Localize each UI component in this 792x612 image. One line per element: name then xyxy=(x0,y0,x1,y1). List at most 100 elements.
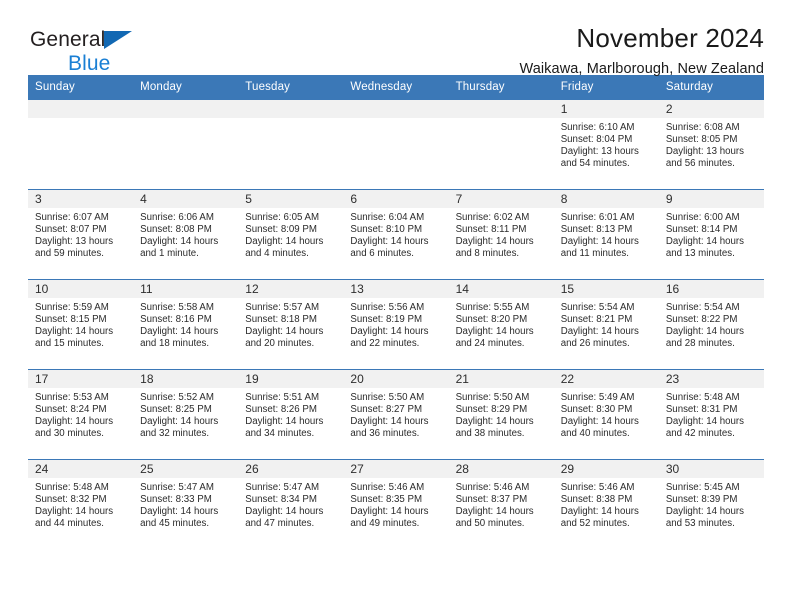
day-number: 23 xyxy=(658,370,764,388)
day-number: 14 xyxy=(448,280,554,298)
day-daylight-line1-text: Daylight: 14 hours xyxy=(35,325,114,337)
calendar-day-cell[interactable]: 27 Sunrise: 5:46 AM Sunset: 8:35 PM Dayligh… xyxy=(343,459,449,550)
calendar-day-cell[interactable]: 4 Sunrise: 6:06 AM Sunset: 8:08 PM Daylight… xyxy=(133,189,239,280)
calendar-day-cell[interactable]: 29 Sunrise: 5:46 AM Sunset: 8:38 PM Dayligh… xyxy=(553,459,659,550)
day-sunset-text: Sunset: 8:30 PM xyxy=(560,403,633,415)
day-sunrise-text: Sunrise: 5:51 AM xyxy=(245,392,320,403)
day-sunset-text: Sunset: 8:11 PM xyxy=(455,223,527,235)
day-number: 24 xyxy=(28,460,134,478)
calendar-day-cell[interactable]: 16 Sunrise: 5:54 AM Sunset: 8:22 PM Dayligh… xyxy=(658,279,764,370)
day-cell-inner: 14 Sunrise: 5:55 AM Sunset: 8:20 PM Dayligh… xyxy=(448,280,554,369)
calendar-week-row: 24 Sunrise: 5:48 AM Sunset: 8:32 PM Dayligh… xyxy=(28,459,764,550)
day-sunset-text: Sunset: 8:15 PM xyxy=(35,313,107,325)
calendar-day-cell[interactable]: 25 Sunrise: 5:47 AM Sunset: 8:33 PM Dayligh… xyxy=(133,459,239,550)
calendar-day-cell[interactable]: 24 Sunrise: 5:48 AM Sunset: 8:32 PM Dayligh… xyxy=(28,459,134,550)
calendar-day-cell[interactable]: 8 Sunrise: 6:01 AM Sunset: 8:13 PM Daylight… xyxy=(553,189,659,280)
day-details: Sunrise: 5:52 AM Sunset: 8:25 PM Daylight:… xyxy=(133,388,238,440)
day-daylight-line1-text: Daylight: 14 hours xyxy=(35,415,114,427)
day-sunrise-text: Sunrise: 6:02 AM xyxy=(455,212,530,223)
day-cell-inner: 16 Sunrise: 5:54 AM Sunset: 8:22 PM Dayligh… xyxy=(658,280,764,369)
page-title: November 2024 xyxy=(576,23,764,53)
day-daylight-line1-text: Daylight: 14 hours xyxy=(665,235,744,247)
weekday-header-wednesday: Wednesday xyxy=(343,75,449,100)
day-details xyxy=(28,118,133,122)
day-cell-inner: 17 Sunrise: 5:53 AM Sunset: 8:24 PM Dayligh… xyxy=(28,370,134,459)
calendar-day-cell[interactable]: 3 Sunrise: 6:07 AM Sunset: 8:07 PM Daylight… xyxy=(28,189,134,280)
day-number: 18 xyxy=(133,370,239,388)
day-number: 5 xyxy=(238,190,344,208)
day-number: 10 xyxy=(28,280,134,298)
calendar-day-cell[interactable]: 23 Sunrise: 5:48 AM Sunset: 8:31 PM Dayligh… xyxy=(658,369,764,460)
day-daylight-line1-text: Daylight: 14 hours xyxy=(140,325,219,337)
day-daylight-line1-text: Daylight: 14 hours xyxy=(560,415,639,427)
day-daylight-line2-text: and 45 minutes. xyxy=(140,517,210,529)
calendar-day-cell[interactable]: 10 Sunrise: 5:59 AM Sunset: 8:15 PM Dayligh… xyxy=(28,279,134,370)
calendar-body: 1 Sunrise: 6:10 AM Sunset: 8:04 PM Daylight… xyxy=(28,99,764,550)
day-sunrise-text: Sunrise: 5:54 AM xyxy=(665,302,740,313)
day-number: 3 xyxy=(28,190,134,208)
calendar-day-cell[interactable]: 6 Sunrise: 6:04 AM Sunset: 8:10 PM Daylight… xyxy=(343,189,449,280)
day-details: Sunrise: 5:54 AM Sunset: 8:22 PM Daylight:… xyxy=(659,298,764,350)
calendar-day-cell[interactable]: 18 Sunrise: 5:52 AM Sunset: 8:25 PM Dayligh… xyxy=(133,369,239,460)
calendar-day-cell[interactable]: 30 Sunrise: 5:45 AM Sunset: 8:39 PM Dayligh… xyxy=(658,459,764,550)
day-details: Sunrise: 6:04 AM Sunset: 8:10 PM Daylight:… xyxy=(343,208,448,260)
calendar-day-cell[interactable]: 17 Sunrise: 5:53 AM Sunset: 8:24 PM Dayligh… xyxy=(28,369,134,460)
day-daylight-line1-text: Daylight: 14 hours xyxy=(455,415,534,427)
day-daylight-line1-text: Daylight: 14 hours xyxy=(560,325,639,337)
calendar-day-cell[interactable]: 7 Sunrise: 6:02 AM Sunset: 8:11 PM Daylight… xyxy=(448,189,554,280)
calendar-day-cell[interactable]: 22 Sunrise: 5:49 AM Sunset: 8:30 PM Dayligh… xyxy=(553,369,659,460)
day-daylight-line1-text: Daylight: 14 hours xyxy=(350,505,429,517)
calendar-day-cell[interactable]: 12 Sunrise: 5:57 AM Sunset: 8:18 PM Dayligh… xyxy=(238,279,344,370)
day-daylight-line1-text: Daylight: 14 hours xyxy=(455,235,534,247)
day-sunrise-text: Sunrise: 5:49 AM xyxy=(560,392,635,403)
calendar-day-cell[interactable]: 21 Sunrise: 5:50 AM Sunset: 8:29 PM Dayligh… xyxy=(448,369,554,460)
day-cell-inner xyxy=(133,100,239,189)
day-cell-inner: 23 Sunrise: 5:48 AM Sunset: 8:31 PM Dayligh… xyxy=(658,370,764,459)
day-sunset-text: Sunset: 8:35 PM xyxy=(350,493,423,505)
calendar-day-cell[interactable]: 13 Sunrise: 5:56 AM Sunset: 8:19 PM Dayligh… xyxy=(343,279,449,370)
day-sunrise-text: Sunrise: 5:56 AM xyxy=(350,302,425,313)
calendar-day-cell[interactable]: 26 Sunrise: 5:47 AM Sunset: 8:34 PM Dayligh… xyxy=(238,459,344,550)
day-details: Sunrise: 6:01 AM Sunset: 8:13 PM Daylight:… xyxy=(554,208,659,260)
day-cell-inner xyxy=(343,100,449,189)
day-daylight-line2-text: and 54 minutes. xyxy=(560,157,630,169)
day-daylight-line1-text: Daylight: 14 hours xyxy=(665,325,744,337)
day-cell-inner: 19 Sunrise: 5:51 AM Sunset: 8:26 PM Dayligh… xyxy=(238,370,344,459)
day-daylight-line2-text: and 44 minutes. xyxy=(35,517,104,529)
day-details: Sunrise: 5:46 AM Sunset: 8:37 PM Daylight:… xyxy=(449,478,554,530)
day-details: Sunrise: 5:45 AM Sunset: 8:39 PM Daylight:… xyxy=(659,478,764,530)
day-cell-inner: 25 Sunrise: 5:47 AM Sunset: 8:33 PM Dayligh… xyxy=(133,460,239,550)
day-details: Sunrise: 5:55 AM Sunset: 8:20 PM Daylight:… xyxy=(449,298,554,350)
day-number: 4 xyxy=(133,190,239,208)
calendar-day-cell[interactable]: 20 Sunrise: 5:50 AM Sunset: 8:27 PM Dayligh… xyxy=(343,369,449,460)
day-sunset-text: Sunset: 8:19 PM xyxy=(350,313,423,325)
day-number: 9 xyxy=(658,190,764,208)
day-sunrise-text: Sunrise: 6:07 AM xyxy=(35,212,109,223)
day-number: 25 xyxy=(133,460,239,478)
calendar-day-cell[interactable]: 2 Sunrise: 6:08 AM Sunset: 8:05 PM Daylight… xyxy=(658,99,764,190)
calendar-day-cell-empty xyxy=(343,99,449,190)
day-sunset-text: Sunset: 8:21 PM xyxy=(560,313,633,325)
calendar-day-cell[interactable]: 9 Sunrise: 6:00 AM Sunset: 8:14 PM Daylight… xyxy=(658,189,764,280)
day-sunrise-text: Sunrise: 6:05 AM xyxy=(245,212,320,223)
day-sunset-text: Sunset: 8:25 PM xyxy=(140,403,212,415)
day-number xyxy=(28,100,134,118)
calendar-day-cell[interactable]: 5 Sunrise: 6:05 AM Sunset: 8:09 PM Daylight… xyxy=(238,189,344,280)
calendar-day-cell[interactable]: 11 Sunrise: 5:58 AM Sunset: 8:16 PM Dayligh… xyxy=(133,279,239,370)
day-cell-inner: 28 Sunrise: 5:46 AM Sunset: 8:37 PM Dayligh… xyxy=(448,460,554,550)
day-daylight-line1-text: Daylight: 13 hours xyxy=(560,145,639,157)
day-sunrise-text: Sunrise: 5:50 AM xyxy=(455,392,530,403)
calendar-day-cell[interactable]: 15 Sunrise: 5:54 AM Sunset: 8:21 PM Dayligh… xyxy=(553,279,659,370)
general-blue-logo[interactable]: General Blue xyxy=(30,29,132,74)
day-details: Sunrise: 5:47 AM Sunset: 8:33 PM Daylight:… xyxy=(133,478,238,530)
calendar-day-cell[interactable]: 19 Sunrise: 5:51 AM Sunset: 8:26 PM Dayligh… xyxy=(238,369,344,460)
calendar-day-cell[interactable]: 1 Sunrise: 6:10 AM Sunset: 8:04 PM Daylight… xyxy=(553,99,659,190)
day-sunset-text: Sunset: 8:07 PM xyxy=(35,223,107,235)
calendar-day-cell[interactable]: 14 Sunrise: 5:55 AM Sunset: 8:20 PM Dayligh… xyxy=(448,279,554,370)
weekday-header-tuesday: Tuesday xyxy=(238,75,344,100)
day-number: 2 xyxy=(658,100,764,118)
day-daylight-line2-text: and 52 minutes. xyxy=(560,517,630,529)
title-block: November 2024 Waikawa, Marlborough, New … xyxy=(519,22,764,79)
calendar-day-cell[interactable]: 28 Sunrise: 5:46 AM Sunset: 8:37 PM Dayligh… xyxy=(448,459,554,550)
day-sunrise-text: Sunrise: 6:10 AM xyxy=(560,122,635,133)
